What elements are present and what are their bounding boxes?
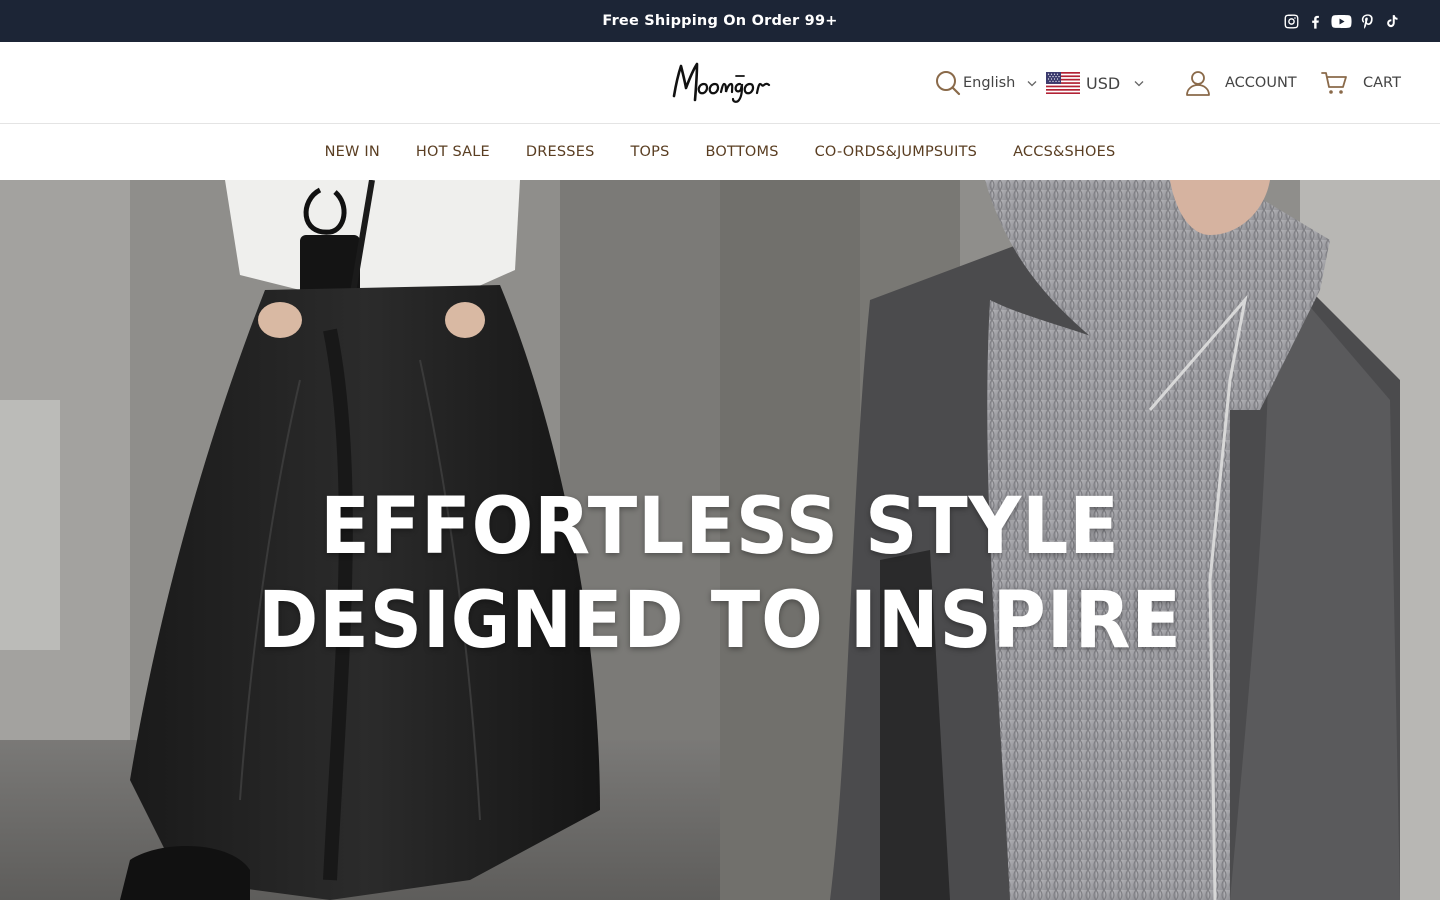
currency-label: USD <box>1086 73 1121 93</box>
brand-logo-script <box>672 62 771 103</box>
cart-link[interactable]: CART <box>1320 42 1401 124</box>
nav-item-new-in[interactable]: NEW IN <box>307 144 398 160</box>
hero-line-1: EFFORTLESS STYLE <box>320 482 1120 572</box>
user-icon <box>1186 71 1210 96</box>
hero-banner[interactable]: EFFORTLESS STYLE DESIGNED TO INSPIRE <box>0 180 1440 900</box>
instagram-icon[interactable] <box>1282 12 1300 30</box>
youtube-icon[interactable] <box>1330 12 1352 30</box>
nav-item-tops[interactable]: TOPS <box>612 144 687 160</box>
site-header: English USD ACCOUNT CART <box>0 42 1440 124</box>
announcement-bar: Free Shipping On Order 99+ <box>0 0 1440 42</box>
social-links <box>1282 0 1400 42</box>
search-button[interactable] <box>934 42 962 124</box>
nav-item-dresses[interactable]: DRESSES <box>508 144 613 160</box>
language-selector[interactable]: English <box>963 42 1037 124</box>
nav-item-accs-shoes[interactable]: ACCS&SHOES <box>995 144 1133 160</box>
chevron-down-icon <box>1027 80 1037 87</box>
chevron-down-icon <box>1134 80 1144 87</box>
currency-selector[interactable]: USD <box>1046 42 1144 124</box>
announcement-message: Free Shipping On Order 99+ <box>602 13 838 29</box>
search-icon <box>936 71 961 96</box>
hero-line-2: DESIGNED TO INSPIRE <box>258 576 1182 666</box>
us-flag-icon <box>1046 72 1080 94</box>
nav-item-co-ords-jumpsuits[interactable]: CO-ORDS&JUMPSUITS <box>797 144 995 160</box>
facebook-icon[interactable] <box>1306 12 1324 30</box>
cart-icon <box>1321 72 1347 94</box>
nav-item-bottoms[interactable]: BOTTOMS <box>688 144 797 160</box>
pinterest-icon[interactable] <box>1358 12 1376 30</box>
nav-item-hot-sale[interactable]: HOT SALE <box>398 144 508 160</box>
brand-logo[interactable] <box>668 54 772 108</box>
account-label: ACCOUNT <box>1225 75 1297 91</box>
main-navigation: NEW IN HOT SALE DRESSES TOPS BOTTOMS CO-… <box>0 124 1440 180</box>
language-label: English <box>963 75 1016 91</box>
cart-label: CART <box>1363 75 1401 91</box>
hero-headline: EFFORTLESS STYLE DESIGNED TO INSPIRE <box>0 480 1440 668</box>
tiktok-icon[interactable] <box>1382 12 1400 30</box>
account-link[interactable]: ACCOUNT <box>1184 42 1297 124</box>
